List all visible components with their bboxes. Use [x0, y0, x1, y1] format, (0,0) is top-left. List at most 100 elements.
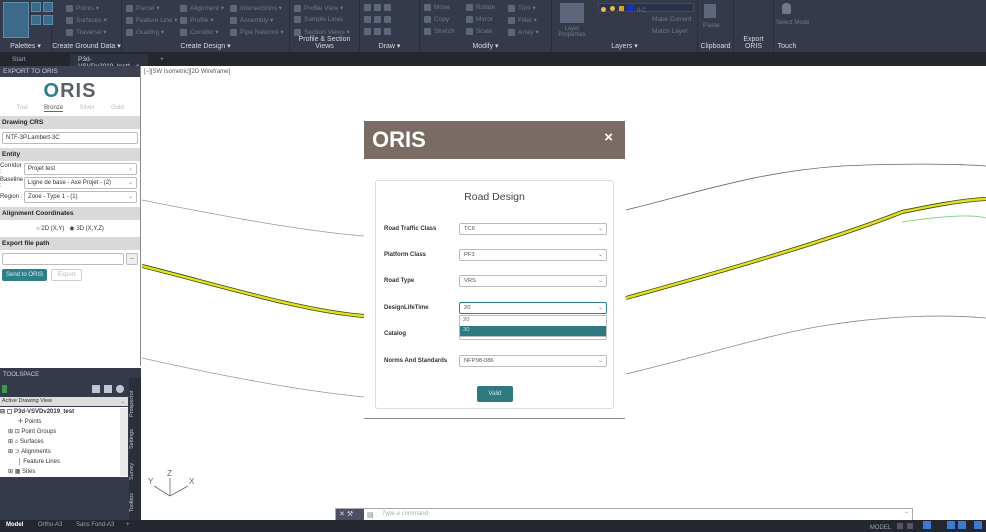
new-tab-button[interactable]: +	[152, 54, 172, 66]
close-icon[interactable]: ✕	[339, 511, 345, 518]
layout-tab-sans-fond[interactable]: Sans Fond-A3	[76, 522, 114, 528]
tree-item-point-groups[interactable]: ⊞ ⊡ Point Groups	[0, 427, 128, 437]
tree-scrollbar[interactable]	[120, 408, 128, 476]
copy-button[interactable]: Copy	[424, 16, 449, 23]
palette-icon-3[interactable]	[31, 15, 41, 25]
palette-icon-1[interactable]	[31, 2, 41, 12]
osnap-icon[interactable]	[946, 521, 955, 529]
export-button[interactable]: Export	[51, 269, 83, 281]
command-history-icon[interactable]: ▤	[367, 511, 374, 519]
tool-palettes-button[interactable]	[3, 2, 29, 38]
ribbon-group-label[interactable]: Touch	[774, 43, 800, 50]
norms-standards-select[interactable]: NFP98-086 ⌄	[459, 355, 607, 367]
ribbon-group-label[interactable]: Modify ▾	[420, 42, 551, 50]
tab-prospector[interactable]: Prospector	[129, 386, 141, 422]
layer-dropdown[interactable]: 0-C	[598, 3, 694, 14]
move-button[interactable]: Move	[424, 4, 450, 11]
tree-item-surfaces[interactable]: ⊞ ⌂ Surfaces	[0, 437, 128, 447]
circle-icon[interactable]	[364, 16, 394, 23]
panel-icon[interactable]	[104, 385, 112, 393]
network-icon[interactable]	[92, 385, 100, 393]
traverse-button[interactable]: Traverse ▾	[66, 28, 106, 36]
valid-button[interactable]: Valid	[477, 386, 513, 402]
help-icon[interactable]	[116, 385, 124, 393]
ribbon-group-label[interactable]: Create Design ▾	[122, 42, 289, 50]
tier-bronze[interactable]: Bronze	[44, 105, 64, 112]
tree-item-points[interactable]: ✛ Points	[0, 417, 128, 427]
points-button[interactable]: Points ▾	[66, 4, 99, 12]
layer-properties-icon[interactable]	[560, 3, 584, 23]
parcel-button[interactable]: Parcel ▾	[126, 4, 160, 12]
tree-item-feature-lines[interactable]: ⌡ Feature Lines	[0, 457, 128, 467]
polyline-icon[interactable]	[364, 28, 394, 35]
stretch-button[interactable]: Stretch	[424, 28, 455, 35]
dropdown-option[interactable]: 20	[460, 316, 606, 326]
fillet-button[interactable]: Fillet ▾	[508, 16, 537, 24]
alignment-button[interactable]: Alignment ▾	[180, 4, 224, 12]
mirror-button[interactable]: Mirror	[466, 16, 493, 23]
drawing-crs-field[interactable]: NTF-3P.Lambert-3C	[2, 132, 138, 144]
tab-settings[interactable]: Settings	[129, 424, 141, 454]
grading-button[interactable]: Grading ▾	[126, 28, 164, 36]
annotation-icon[interactable]	[974, 521, 982, 529]
layout-tab-model[interactable]: Model	[6, 522, 23, 528]
ribbon-group-label[interactable]: Clipboard	[698, 43, 733, 50]
wrench-icon[interactable]: ⚒	[347, 511, 353, 518]
intersections-button[interactable]: Intersections ▾	[230, 4, 282, 12]
rotate-button[interactable]: Rotate	[466, 4, 495, 11]
browse-button[interactable]: ...	[126, 253, 138, 265]
model-space-toggle[interactable]: MODEL	[870, 525, 891, 531]
tab-survey[interactable]: Survey	[129, 458, 141, 484]
ribbon-group-label[interactable]: Layers ▾	[552, 42, 697, 50]
send-to-oris-button[interactable]: Send to ORIS	[2, 269, 48, 281]
tree-item-sites[interactable]: ⊞ ▦ Sites	[0, 467, 128, 477]
view-select[interactable]: Active Drawing View ⌄	[0, 397, 128, 406]
tab-toolbox[interactable]: Toolbox	[129, 488, 141, 518]
design-life-time-select[interactable]: 20 ⌄	[459, 302, 607, 314]
pipe-network-button[interactable]: Pipe Network ▾	[230, 28, 284, 36]
ribbon-group-label[interactable]: Create Ground Data ▾	[52, 42, 121, 50]
ribbon-group-label[interactable]: Profile & Section Views	[290, 36, 359, 50]
command-input[interactable]: Type a command	[382, 511, 428, 517]
layer-properties-button[interactable]: Layer Properties	[556, 26, 588, 38]
assembly-button[interactable]: Assembly ▾	[230, 16, 273, 24]
export-path-input[interactable]	[2, 253, 124, 265]
toolspace-icon[interactable]	[2, 385, 7, 393]
sample-lines-button[interactable]: Sample Lines	[294, 16, 343, 23]
chevron-up-icon[interactable]: ⌃	[904, 511, 909, 518]
road-type-select[interactable]: VRS ⌄	[459, 275, 607, 287]
tier-trial[interactable]: Trial	[16, 105, 27, 112]
select-mode-button[interactable]: Select Mode	[776, 20, 809, 26]
match-layer-button[interactable]: Match Layer	[652, 28, 688, 35]
line-icon[interactable]	[364, 4, 394, 11]
section-views-button[interactable]: Section Views ▾	[294, 28, 350, 36]
close-icon[interactable]: ×	[604, 129, 613, 146]
ribbon-group-label[interactable]: Draw ▾	[360, 42, 419, 50]
hand-pointer-icon[interactable]	[782, 3, 791, 14]
radio-2d[interactable]: ○ 2D (X,Y)	[36, 226, 64, 232]
tier-gold[interactable]: Gold	[111, 105, 124, 112]
layout-tab-ortho[interactable]: Ortho-A3	[38, 522, 62, 528]
otrack-icon[interactable]	[958, 521, 967, 529]
feature-line-button[interactable]: Feature Line ▾	[126, 16, 178, 24]
array-button[interactable]: Array ▾	[508, 28, 539, 36]
tab-start[interactable]: Start	[4, 54, 34, 66]
grid-icon[interactable]	[896, 523, 903, 529]
platform-class-select[interactable]: PF3 ⌄	[459, 249, 607, 261]
baseline-select[interactable]: Ligne de base - Axe Projet - (2) ⌄	[24, 177, 137, 189]
tier-silver[interactable]: Silver	[80, 105, 95, 112]
corridor-button[interactable]: Corridor ▾	[180, 28, 219, 36]
add-layout-button[interactable]: +	[126, 522, 130, 528]
corridor-select[interactable]: Projet test ⌄	[24, 163, 137, 175]
snap-icon[interactable]	[907, 523, 914, 529]
paste-button[interactable]: Paste	[703, 22, 720, 29]
dropdown-option-highlighted[interactable]: 30	[460, 326, 606, 336]
road-traffic-class-select[interactable]: TC6 ⌄	[459, 223, 607, 235]
profile-view-button[interactable]: Profile View ▾	[294, 4, 343, 12]
region-select[interactable]: Zone - Type 1 - (1) ⌄	[24, 191, 137, 203]
radio-3d[interactable]: ◉ 3D (X,Y,Z)	[69, 226, 103, 232]
tree-item-alignments[interactable]: ⊞ ⊃ Alignments	[0, 447, 128, 457]
ribbon-group-label[interactable]: Export ORIS	[734, 36, 773, 50]
trim-button[interactable]: Trim ▾	[508, 4, 536, 12]
surfaces-button[interactable]: Surfaces ▾	[66, 16, 107, 24]
